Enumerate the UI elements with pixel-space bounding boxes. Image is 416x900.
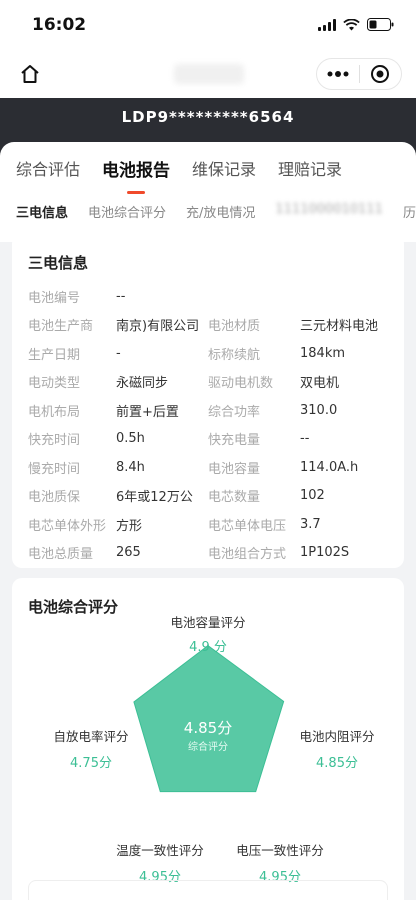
info-row: 电池编号 -- [28,282,392,311]
subtab-blurred[interactable]: 1111000010111 [275,202,383,221]
info-value: 184km [300,345,346,361]
info-value: 永磁同步 [116,376,169,392]
info-value: 方形 [116,518,143,534]
info-value: 南京)有限公司 [116,319,200,335]
info-value: 114.0A.h [300,459,359,475]
tab-battery-report-label: 电池报告 [102,161,171,181]
info-value: 102 [300,488,325,504]
info-label: 驱动电机数 [208,376,274,392]
info-label: 电芯单体外形 [28,518,107,534]
vin-number: LDP9*********6564 [121,108,295,126]
info-value: 6年或12万公 [116,490,193,506]
info-row: 慢充时间 8.4h 电池容量 114.0A.h [28,453,392,482]
battery-info-grid: 电池编号 -- 电池生产商 南京)有限公司 电池材质 三元材料电池生产日期 - 标称续航 184… [28,282,392,567]
tab-panel: 综合评估 电池报告 维保记录 理赔记录 三电信息 电池综合评分 充/放电情况 1… [0,142,416,242]
radar-axis-label: 温度一致性评分 [116,843,204,858]
info-row: 电池质保 6年或12万公 电芯数量 102 [28,482,392,511]
subtab-three-electric-info[interactable]: 三电信息 [16,202,68,221]
info-row: 电池总质量 265 电池组合方式 1P102S [28,539,392,568]
info-label: 综合功率 [208,404,261,420]
home-icon [21,65,39,83]
overall-score-value: 4.85分 [183,719,233,737]
home-button[interactable] [16,60,44,88]
score-detail-box [28,880,388,900]
info-label: 快充时间 [28,433,81,449]
info-row: 电动类型 永磁同步 驱动电机数 双电机 [28,368,392,397]
info-value: - [116,345,121,361]
radar-axis-score: 4.9 分 [189,640,227,655]
tab-claim-records[interactable]: 理赔记录 [278,156,342,181]
battery-icon [367,18,394,31]
radar-axis-score: 4.75分 [70,756,112,771]
info-label: 电动类型 [28,376,81,392]
subtab-history[interactable]: 历 [403,202,416,221]
info-row: 生产日期 - 标称续航 184km [28,339,392,368]
battery-info-title: 三电信息 [28,254,89,272]
subtab-charge-discharge[interactable]: 充/放电情况 [186,202,255,221]
info-value: 双电机 [300,376,340,392]
signal-icon [318,18,336,31]
main-tabs: 综合评估 电池报告 维保记录 理赔记录 [16,156,342,194]
info-value: 310.0 [300,402,338,418]
target-circle-icon [371,65,390,83]
info-label: 电机布局 [28,404,81,420]
radar-axis-label: 电压一致性评分 [236,843,324,858]
sub-tabs: 三电信息 电池综合评分 充/放电情况 1111000010111 历 [16,202,416,221]
info-value: 3.7 [300,516,321,532]
nav-title-placeholder [174,64,244,84]
battery-info-card: 三电信息 电池编号 -- 电池生产商 南京)有限公司 电池材质 三元材料电池生产日期 - 标称… [12,234,404,568]
info-label: 电池生产商 [28,319,94,335]
info-value: 前置+后置 [116,404,179,420]
nav-bar [0,50,416,98]
info-value: 1P102S [300,545,350,561]
score-radar: 电池容量评分 4.9 分电池内阻评分 4.85分 电压一致性评分 4.95分 温度一致性评… [12,615,404,888]
status-icons [318,18,394,31]
info-label: 电芯数量 [208,490,261,506]
info-label: 电池组合方式 [208,547,287,563]
info-label: 慢充时间 [28,461,81,477]
info-row: 电芯单体外形 方形 电芯单体电压 3.7 [28,510,392,539]
tab-maintenance-records[interactable]: 维保记录 [192,156,256,181]
mini-program-capsule [316,58,402,90]
radar-axis-score: 4.85分 [316,756,358,771]
active-tab-indicator [127,191,146,194]
info-value: 0.5h [116,431,145,447]
info-row: 电池生产商 南京)有限公司 电池材质 三元材料电池 [28,311,392,340]
info-value: 三元材料电池 [300,319,379,335]
battery-score-title: 电池综合评分 [28,598,119,616]
info-row: 快充时间 0.5h 快充电量 -- [28,425,392,454]
info-label: 快充电量 [208,433,261,449]
info-value: 8.4h [116,459,145,475]
subtab-battery-score[interactable]: 电池综合评分 [88,202,166,221]
more-dots-icon [327,71,349,77]
status-bar: 16:02 [0,0,416,50]
status-time: 16:02 [32,15,87,35]
tab-battery-report[interactable]: 电池报告 [102,156,171,194]
info-value: -- [116,288,126,304]
info-label: 电池质保 [28,490,81,506]
info-label: 生产日期 [28,347,81,363]
info-label: 电池总质量 [28,547,94,563]
info-label: 电池编号 [28,290,81,306]
wifi-icon [343,18,360,31]
info-label: 电池材质 [208,319,261,335]
info-value: -- [300,431,310,447]
tab-overall-evaluation[interactable]: 综合评估 [16,156,80,181]
battery-score-card: 电池综合评分 电池容量评分 4.9 分电池内阻评分 4.85分 电压一致性评分 4.95… [12,578,404,900]
info-label: 电池容量 [208,461,261,477]
info-label: 电芯单体电压 [208,518,287,534]
overall-score-label: 综合评分 [188,742,228,753]
info-label: 标称续航 [208,347,261,363]
info-value: 265 [116,545,141,561]
more-button[interactable] [317,59,359,89]
close-miniprogram-button[interactable] [360,59,402,89]
radar-axis-label: 电池容量评分 [170,615,246,630]
info-row: 电机布局 前置+后置 综合功率 310.0 [28,396,392,425]
